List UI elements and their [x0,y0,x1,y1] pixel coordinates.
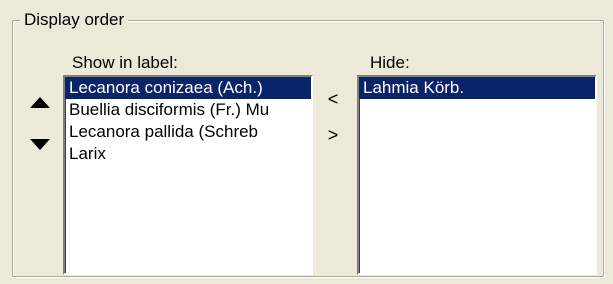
move-up-button[interactable] [20,88,60,116]
arrow-up-icon [30,96,50,108]
hide-list-label: Hide: [370,53,410,72]
list-item[interactable]: Lecanora pallida (Schreb [65,121,311,143]
move-to-show-button[interactable]: < [314,86,352,112]
move-down-button[interactable] [20,130,60,158]
list-item[interactable]: Lecanora conizaea (Ach.) [65,77,311,99]
show-in-label-list[interactable]: Lecanora conizaea (Ach.) Buellia discifo… [63,75,313,275]
list-item[interactable]: Buellia disciformis (Fr.) Mu [65,99,311,121]
group-title: Display order [20,9,129,31]
list-item[interactable]: Lahmia Körb. [359,77,595,99]
hide-list[interactable]: Lahmia Körb. [357,75,597,275]
show-list-label: Show in label: [72,53,178,72]
list-item[interactable]: Larix [65,143,311,165]
move-to-hide-button[interactable]: > [314,122,352,148]
arrow-down-icon [30,138,50,150]
